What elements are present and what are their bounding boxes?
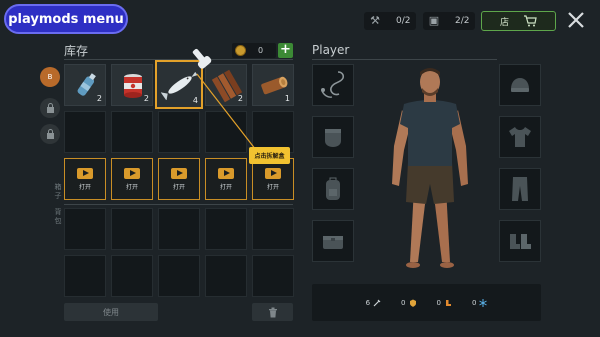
stat-defense: 0 [401, 299, 416, 307]
shield-icon [409, 299, 416, 307]
pointer-hand-icon [192, 48, 212, 69]
pants-icon [512, 177, 528, 201]
equip-slot-pouch[interactable] [312, 116, 354, 158]
equip-slot-feet[interactable] [499, 220, 541, 262]
player-character [392, 68, 468, 268]
stat-speed: 0 [437, 299, 452, 307]
equip-slot-tool[interactable] [312, 64, 354, 106]
equip-slot-head[interactable] [499, 64, 541, 106]
player-stats-bar: 6 0 0 0 [312, 284, 541, 321]
hook-icon [321, 71, 345, 98]
sword-icon [373, 299, 381, 306]
equip-slot-legs[interactable] [499, 168, 541, 210]
backpack-icon [326, 177, 340, 200]
stat-cold-value: 0 [471, 298, 477, 307]
beanie-icon [511, 78, 529, 92]
player-title: Player [312, 43, 350, 57]
boots-icon [510, 234, 531, 249]
equip-slot-torso[interactable] [499, 116, 541, 158]
boot-icon [445, 299, 451, 306]
stat-cold: 0 [471, 298, 488, 307]
player-divider [312, 59, 497, 60]
stat-attack: 6 [366, 299, 381, 307]
pouch-icon [325, 129, 341, 147]
stat-attack-value: 6 [365, 298, 371, 307]
shirt-icon [509, 127, 531, 147]
tooltip-label[interactable]: 点击拆解盒 [249, 147, 290, 164]
equip-slot-backpack[interactable] [312, 168, 354, 210]
stat-speed-value: 0 [436, 298, 441, 307]
stat-defense-value: 0 [401, 298, 406, 307]
case-icon [323, 236, 343, 249]
snowflake-icon [479, 298, 488, 307]
equip-slot-case[interactable] [312, 220, 354, 262]
